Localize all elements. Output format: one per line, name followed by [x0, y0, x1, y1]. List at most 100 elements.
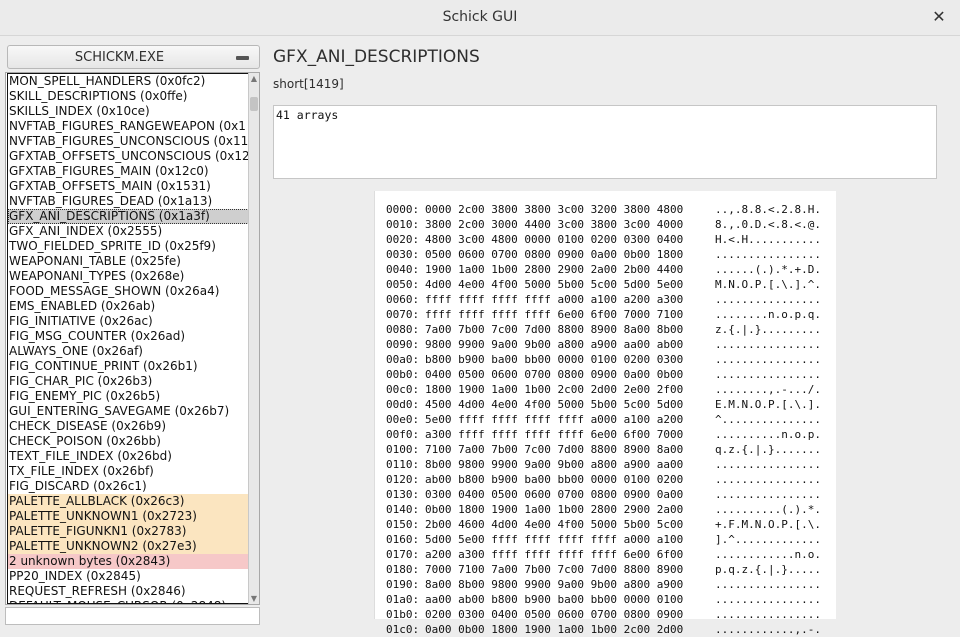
list-item[interactable]: ALWAYS_ONE (0x26af) [8, 344, 249, 359]
list-item[interactable]: PALETTE_UNKNOWN2 (0x27e3) [8, 539, 249, 554]
hexdump-address: 0010: [386, 218, 420, 231]
list-item[interactable]: PALETTE_FIGUNKN1 (0x2783) [8, 524, 249, 539]
list-item[interactable]: NVFTAB_FIGURES_UNCONSCIOUS (0x11 [8, 134, 249, 149]
hexdump-row: 01c0: 0a00 0b00 1800 1900 1a00 1b00 2c00 … [386, 622, 827, 637]
hexdump-ascii: ................ [715, 368, 821, 381]
scrollbar-thumb[interactable] [250, 97, 258, 111]
hexdump-row: 0130: 0300 0400 0500 0600 0700 0800 0900 … [386, 487, 827, 502]
hexdump-bytes: a300 ffff ffff ffff ffff 6e00 6f00 7000 [425, 428, 684, 441]
list-item[interactable]: EMS_ENABLED (0x26ab) [8, 299, 249, 314]
scroll-up-icon[interactable]: ▲ [249, 73, 259, 84]
list-item[interactable]: NVFTAB_FIGURES_RANGEWEAPON (0x1 [8, 119, 249, 134]
list-item[interactable]: MON_SPELL_HANDLERS (0x0fc2) [8, 74, 249, 89]
hexdump-bytes: 8b00 9800 9900 9a00 9b00 a800 a900 aa00 [425, 458, 684, 471]
close-icon[interactable]: ✕ [930, 7, 948, 27]
hexdump-bytes: 0300 0400 0500 0600 0700 0800 0900 0a00 [425, 488, 684, 501]
hexdump-bytes: 7000 7100 7a00 7b00 7c00 7d00 8800 8900 [425, 563, 684, 576]
hexdump-ascii: ................ [715, 458, 821, 471]
hexdump-row: 0150: 2b00 4600 4d00 4e00 4f00 5000 5b00 … [386, 517, 827, 532]
hexdump-ascii: ......(.).*.+.D. [715, 263, 821, 276]
hexdump-ascii: p.q.z.{.|.}..... [715, 563, 821, 576]
list-item[interactable]: GFX_ANI_INDEX (0x2555) [8, 224, 249, 239]
hexdump-ascii: ................ [715, 578, 821, 591]
list-item[interactable]: TEXT_FILE_INDEX (0x26bd) [8, 449, 249, 464]
hexdump-ascii: ].^............. [715, 533, 821, 546]
list-item[interactable]: FIG_CONTINUE_PRINT (0x26b1) [8, 359, 249, 374]
symbol-listbox[interactable]: MON_SPELL_HANDLERS (0x0fc2) SKILL_DESCRIP… [5, 72, 260, 605]
list-item[interactable]: TX_FILE_INDEX (0x26bf) [8, 464, 249, 479]
list-item[interactable]: PP20_INDEX (0x2845) [8, 569, 249, 584]
list-item[interactable]: TWO_FIELDED_SPRITE_ID (0x25f9) [8, 239, 249, 254]
list-item[interactable]: WEAPONANI_TABLE (0x25fe) [8, 254, 249, 269]
list-item[interactable]: GFXTAB_OFFSETS_MAIN (0x1531) [8, 179, 249, 194]
list-item[interactable]: WEAPONANI_TYPES (0x268e) [8, 269, 249, 284]
hexdump-address: 0040: [386, 263, 420, 276]
list-item[interactable]: PALETTE_UNKNOWN1 (0x2723) [8, 509, 249, 524]
list-item[interactable]: FIG_ENEMY_PIC (0x26b5) [8, 389, 249, 404]
filter-input[interactable] [5, 607, 260, 625]
hexdump-address: 0120: [386, 473, 420, 486]
list-item[interactable]: PALETTE_ALLBLACK (0x26c3) [8, 494, 249, 509]
list-item[interactable]: NVFTAB_FIGURES_DEAD (0x1a13) [8, 194, 249, 209]
hexdump-ascii: ................ [715, 338, 821, 351]
hexdump-row: 0060: ffff ffff ffff ffff a000 a100 a200 … [386, 292, 827, 307]
list-item[interactable]: SKILLS_INDEX (0x10ce) [8, 104, 249, 119]
list-item[interactable]: GFXTAB_OFFSETS_UNCONSCIOUS (0x12 [8, 149, 249, 164]
symbol-description-textarea[interactable]: 41 arrays [273, 105, 937, 179]
list-item[interactable]: FIG_MSG_COUNTER (0x26ad) [8, 329, 249, 344]
list-item[interactable]: CHECK_POISON (0x26bb) [8, 434, 249, 449]
list-item[interactable]: SKILL_DESCRIPTIONS (0x0ffe) [8, 89, 249, 104]
hexdump-address: 0050: [386, 278, 420, 291]
hexdump-row: 0190: 8a00 8b00 9800 9900 9a00 9b00 a800 … [386, 577, 827, 592]
scroll-down-icon[interactable]: ▼ [249, 593, 259, 604]
hexdump-ascii: ................ [715, 353, 821, 366]
list-item[interactable]: FIG_DISCARD (0x26c1) [8, 479, 249, 494]
hexdump-address: 01a0: [386, 593, 420, 606]
hexdump-bytes: 1800 1900 1a00 1b00 2c00 2d00 2e00 2f00 [425, 383, 684, 396]
hexdump-ascii: ........,.-.../. [715, 383, 821, 396]
list-item[interactable]: GFXTAB_FIGURES_MAIN (0x12c0) [8, 164, 249, 179]
hexdump-address: 00c0: [386, 383, 420, 396]
hexdump-row: 0070: ffff ffff ffff ffff 6e00 6f00 7000 … [386, 307, 827, 322]
hexdump-row: 0100: 7100 7a00 7b00 7c00 7d00 8800 8900 … [386, 442, 827, 457]
hexdump-address: 0180: [386, 563, 420, 576]
dropdown-arrow-icon [236, 56, 249, 60]
hexdump-bytes: 3800 2c00 3000 4400 3c00 3800 3c00 4000 [425, 218, 684, 231]
hexdump-ascii: ................ [715, 473, 821, 486]
list-item[interactable]: 2 unknown bytes (0x2843) [8, 554, 249, 569]
hexdump-bytes: 4d00 4e00 4f00 5000 5b00 5c00 5d00 5e00 [425, 278, 684, 291]
hexdump-row: 01b0: 0200 0300 0400 0500 0600 0700 0800 … [386, 607, 827, 622]
hexdump-row: 0140: 0b00 1800 1900 1a00 1b00 2800 2900 … [386, 502, 827, 517]
list-item[interactable]: CHECK_DISEASE (0x26b9) [8, 419, 249, 434]
hexdump-bytes: a200 a300 ffff ffff ffff ffff 6e00 6f00 [425, 548, 684, 561]
hexdump-ascii: ............n.o. [715, 548, 821, 561]
list-item[interactable]: GFX_ANI_DESCRIPTIONS (0x1a3f) [8, 209, 249, 224]
list-item[interactable]: DEFAULT_MOUSE_CURSOR (0x2848) [8, 599, 249, 603]
symbol-list[interactable]: MON_SPELL_HANDLERS (0x0fc2) SKILL_DESCRIP… [7, 73, 250, 604]
hexdump-address: 0160: [386, 533, 420, 546]
hexdump-bytes: 5e00 ffff ffff ffff ffff a000 a100 a200 [425, 413, 684, 426]
hexdump-row: 00a0: b800 b900 ba00 bb00 0000 0100 0200 … [386, 352, 827, 367]
file-select-dropdown[interactable]: SCHICKM.EXE [7, 45, 260, 69]
hexdump-bytes: ffff ffff ffff ffff a000 a100 a200 a300 [425, 293, 684, 306]
hexdump-ascii: ^............... [715, 413, 821, 426]
hexdump-row: 0120: ab00 b800 b900 ba00 bb00 0000 0100 … [386, 472, 827, 487]
hexdump-ascii: +.F.M.N.O.P.[.\. [715, 518, 821, 531]
hexdump-address: 0150: [386, 518, 420, 531]
list-item[interactable]: FOOD_MESSAGE_SHOWN (0x26a4) [8, 284, 249, 299]
hexdump-address: 00f0: [386, 428, 420, 441]
hexdump-address: 0000: [386, 203, 420, 216]
list-scrollbar[interactable]: ▲ ▼ [248, 73, 259, 604]
hexdump-bytes: 5d00 5e00 ffff ffff ffff ffff a000 a100 [425, 533, 684, 546]
hexdump-address: 0070: [386, 308, 420, 321]
hexdump-row: 0180: 7000 7100 7a00 7b00 7c00 7d00 8800 … [386, 562, 827, 577]
hexdump-address: 0020: [386, 233, 420, 246]
list-item[interactable]: REQUEST_REFRESH (0x2846) [8, 584, 249, 599]
hexdump-ascii: M.N.O.P.[.\.].^. [715, 278, 821, 291]
list-item[interactable]: FIG_INITIATIVE (0x26ac) [8, 314, 249, 329]
hexdump-bytes: 1900 1a00 1b00 2800 2900 2a00 2b00 4400 [425, 263, 684, 276]
list-item[interactable]: FIG_CHAR_PIC (0x26b3) [8, 374, 249, 389]
hexdump-ascii: ............,.-. [715, 623, 821, 636]
hexdump-address: 0140: [386, 503, 420, 516]
list-item[interactable]: GUI_ENTERING_SAVEGAME (0x26b7) [8, 404, 249, 419]
